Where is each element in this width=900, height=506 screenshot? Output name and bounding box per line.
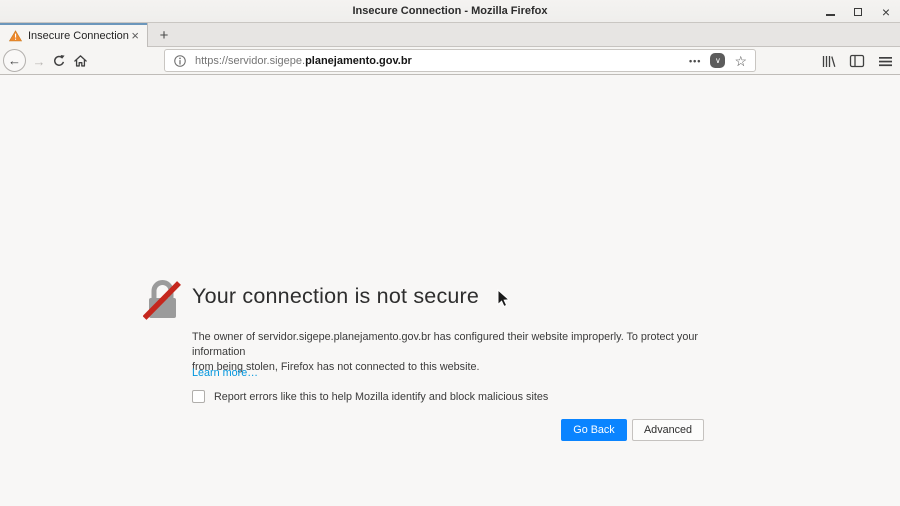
report-errors-checkbox[interactable] (192, 390, 205, 403)
info-icon[interactable] (173, 54, 187, 68)
error-buttons: Go Back Advanced (561, 419, 704, 441)
url-bar-actions: ••• ∨ ☆ (689, 53, 747, 68)
error-description-line-2: from being stolen, Firefox has not conne… (192, 360, 712, 375)
pocket-icon[interactable]: ∨ (710, 53, 725, 68)
window-title: Insecure Connection - Mozilla Firefox (353, 5, 548, 17)
new-tab-button[interactable]: + (152, 24, 176, 47)
page-actions-icon[interactable]: ••• (689, 56, 701, 66)
tab-close-button[interactable]: × (129, 28, 141, 43)
error-page: Your connection is not secure The owner … (0, 75, 900, 506)
toolbar-right (820, 47, 894, 75)
home-button[interactable] (71, 47, 89, 75)
tab-title: Insecure Connection (28, 30, 129, 42)
sidebar-button[interactable] (848, 52, 866, 70)
forward-button[interactable]: → (31, 47, 47, 75)
learn-more-link[interactable]: Learn more… (192, 367, 258, 379)
firefox-window: Insecure Connection - Mozilla Firefox × … (0, 0, 900, 506)
library-icon (821, 54, 837, 69)
url-domain: planejamento.gov.br (305, 55, 412, 67)
mouse-cursor (497, 289, 511, 308)
close-button[interactable]: × (878, 4, 894, 20)
tab-bar: Insecure Connection × + (0, 23, 900, 47)
bookmark-star-icon[interactable]: ☆ (734, 54, 747, 68)
maximize-icon (854, 8, 862, 16)
advanced-button[interactable]: Advanced (632, 419, 704, 441)
reload-icon (52, 54, 66, 68)
back-button[interactable]: ← (3, 49, 26, 72)
error-description-line-1: The owner of servidor.sigepe.planejament… (192, 330, 712, 360)
tab-insecure-connection[interactable]: Insecure Connection × (0, 23, 148, 48)
menu-icon (878, 55, 893, 68)
menu-button[interactable] (876, 52, 894, 70)
close-icon: × (882, 5, 890, 19)
go-back-button[interactable]: Go Back (561, 419, 627, 441)
url-bar[interactable]: https://servidor.sigepe.planejamento.gov… (164, 49, 756, 72)
warning-triangle-icon (9, 30, 22, 42)
error-description: The owner of servidor.sigepe.planejament… (192, 330, 712, 375)
window-controls: × (822, 0, 894, 23)
report-errors-row: Report errors like this to help Mozilla … (192, 390, 548, 403)
insecure-lock-icon (143, 278, 182, 320)
maximize-button[interactable] (850, 4, 866, 20)
page-title: Your connection is not secure (192, 284, 479, 309)
url-prefix: https://servidor.sigepe. (195, 55, 305, 67)
url-text: https://servidor.sigepe.planejamento.gov… (195, 55, 689, 67)
minimize-icon (826, 14, 835, 16)
navigation-toolbar: ← → https://servidor.sigepe.planejamento… (0, 47, 900, 75)
minimize-button[interactable] (822, 4, 838, 20)
home-icon (73, 54, 88, 68)
sidebar-icon (849, 54, 865, 68)
reload-button[interactable] (51, 47, 67, 75)
library-button[interactable] (820, 52, 838, 70)
report-errors-label: Report errors like this to help Mozilla … (214, 391, 548, 403)
title-bar: Insecure Connection - Mozilla Firefox × (0, 0, 900, 23)
